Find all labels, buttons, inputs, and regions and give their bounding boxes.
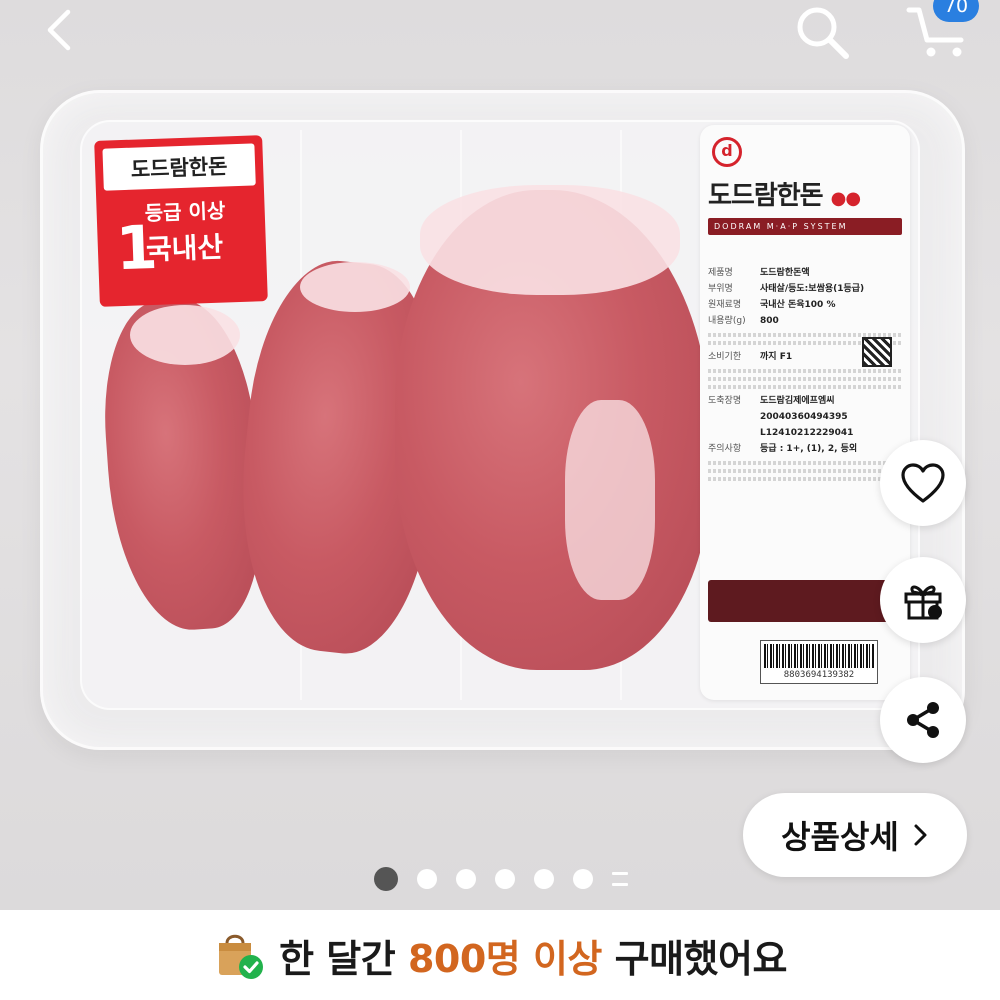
pager-dot-active[interactable] <box>374 867 398 891</box>
back-button[interactable] <box>36 4 86 54</box>
label-row: L12410212229041 <box>708 425 902 441</box>
barcode: 8803694139382 <box>760 640 878 684</box>
label-row: 도축장명 도드람김제에프엠씨 <box>708 393 902 409</box>
label-value: 도드람김제에프엠씨 <box>760 396 835 406</box>
product-label: d 도드람한돈 ●● DODRAM M·A·P SYSTEM 제품명 도드람한돈액… <box>700 125 910 700</box>
brand-logo: d <box>712 137 742 167</box>
brand-dots: ●● <box>830 188 861 209</box>
label-row: 20040360494395 <box>708 409 902 425</box>
search-button[interactable] <box>792 2 852 62</box>
sticker-grade-number: 1 <box>114 212 159 285</box>
chevron-right-icon <box>914 824 927 846</box>
label-value: 까지 F1 <box>760 352 793 362</box>
label-key: 제품명 <box>708 268 733 278</box>
like-button[interactable] <box>880 440 966 526</box>
label-brand-text: 도드람한돈 <box>708 181 824 211</box>
meat-fat <box>565 400 655 600</box>
label-row: 원재료명 국내산 돈육100 % <box>708 297 902 313</box>
label-key: 부위명 <box>708 284 733 294</box>
gift-icon <box>904 585 942 620</box>
label-band: DODRAM M·A·P SYSTEM <box>708 218 902 235</box>
label-row: 제품명 도드람한돈액 <box>708 265 902 281</box>
meat-fat <box>300 262 410 312</box>
share-button[interactable] <box>880 677 966 763</box>
label-info: 제품명 도드람한돈액 부위명 사태살/등도:보쌈용(1등급) 원재료명 국내산 돈육1… <box>708 265 902 481</box>
meat-fat <box>420 185 680 295</box>
barcode-bars <box>764 644 874 668</box>
grade-sticker: 도드람한돈 등급 이상 1 국내산 <box>94 135 268 307</box>
label-divider <box>708 369 902 373</box>
label-value: 국내산 돈육100 % <box>760 300 836 310</box>
label-divider <box>708 461 902 465</box>
label-key <box>708 409 754 425</box>
label-value: 도드람한돈액 <box>760 268 810 278</box>
product-image[interactable]: 도드람한돈 등급 이상 1 국내산 d 도드람한돈 ●● DODRAM M·A·… <box>0 0 1000 910</box>
pager-more-icon[interactable] <box>612 872 628 886</box>
purchase-count-banner: 한 달간 800명 이상 구매했어요 <box>0 910 1000 1000</box>
label-key: 주의사항 <box>708 444 742 454</box>
label-row: 주의사항 등급 : 1+, (1), 2, 등외 <box>708 441 902 457</box>
label-key: 내용량(g) <box>708 316 746 326</box>
label-key <box>708 425 754 441</box>
meat-fat <box>130 305 240 365</box>
label-row: 내용량(g) 800 <box>708 313 902 329</box>
banner-prefix: 한 달간 <box>279 936 396 981</box>
label-warning-band <box>708 580 902 622</box>
gift-button[interactable] <box>880 557 966 643</box>
pager-dot[interactable] <box>534 869 554 889</box>
heart-icon <box>901 463 945 503</box>
cart-count-badge: 70 <box>933 0 979 22</box>
label-value: 사태살/등도:보쌈용(1등급) <box>760 284 865 294</box>
label-value: 20040360494395 <box>760 412 848 422</box>
purchase-count-text: 한 달간 800명 이상 구매했어요 <box>279 928 787 983</box>
image-pager <box>374 867 628 891</box>
shopping-bag-check-icon <box>213 929 265 981</box>
label-brand: 도드람한돈 ●● <box>708 175 902 212</box>
qr-code <box>862 337 892 367</box>
pager-dot[interactable] <box>417 869 437 889</box>
pager-dot[interactable] <box>456 869 476 889</box>
product-detail-label: 상품상세 <box>781 818 899 856</box>
product-detail-button[interactable]: 상품상세 <box>743 793 967 877</box>
label-divider <box>708 477 902 481</box>
label-key: 원재료명 <box>708 300 742 310</box>
pager-dot[interactable] <box>573 869 593 889</box>
banner-highlight: 800명 이상 <box>407 936 602 981</box>
label-divider <box>708 377 902 381</box>
chevron-left-icon <box>47 9 71 51</box>
label-value: 등급 : 1+, (1), 2, 등외 <box>760 444 858 454</box>
label-divider <box>708 385 902 389</box>
barcode-number: 8803694139382 <box>783 670 855 680</box>
sticker-brand: 도드람한돈 <box>102 143 256 191</box>
label-row: 부위명 사태살/등도:보쌈용(1등급) <box>708 281 902 297</box>
search-icon <box>797 7 849 59</box>
label-value: L12410212229041 <box>760 428 854 438</box>
pager-dot[interactable] <box>495 869 515 889</box>
banner-suffix: 구매했어요 <box>614 936 788 981</box>
share-icon <box>907 702 939 738</box>
label-divider <box>708 469 902 473</box>
label-key: 소비기한 <box>708 352 742 362</box>
label-value: 800 <box>760 316 779 326</box>
label-key: 도축장명 <box>708 396 742 406</box>
